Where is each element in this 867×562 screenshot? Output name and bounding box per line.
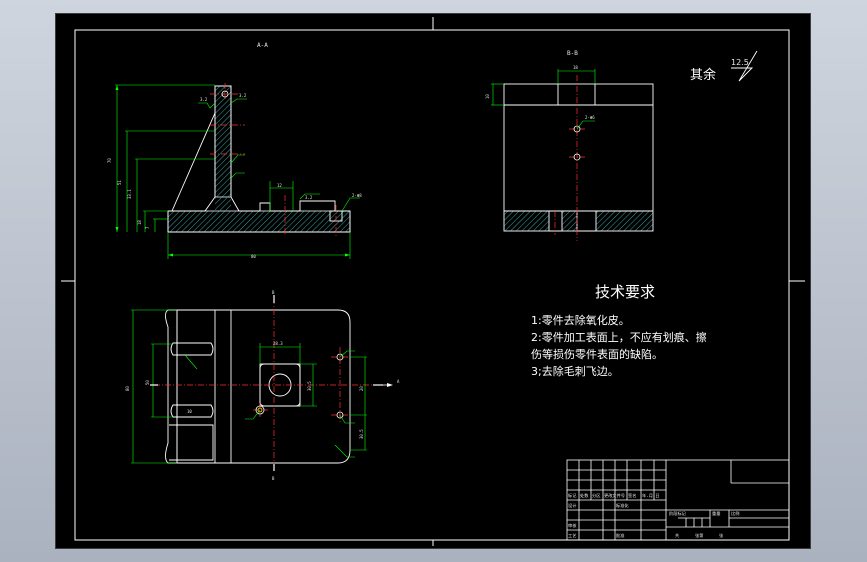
svg-text:3.2: 3.2 <box>305 195 313 200</box>
section-a-a-label: A-A <box>257 42 268 49</box>
svg-text:51: 51 <box>117 180 122 185</box>
svg-text:3.2: 3.2 <box>239 93 247 98</box>
tb-sheets-total: 共 <box>675 532 679 539</box>
surface-finish-label: 其余 <box>690 67 716 83</box>
svg-text:33.1: 33.1 <box>127 189 132 199</box>
svg-text:7: 7 <box>145 226 150 229</box>
tb-stage-mark: 阶段标记 <box>669 510 687 517</box>
title-block: 标记 处数 分区 更改文件号 签名 年.月.日 设计 审核 工艺 标准化 批准 … <box>566 459 790 541</box>
svg-text:2-Φ8: 2-Φ8 <box>352 193 362 198</box>
section-b-b-view: B-B 18 10 2-Φ6 <box>485 50 654 241</box>
top-view-outline <box>165 309 351 464</box>
b-b-outline <box>503 83 654 232</box>
tb-scale: 比例 <box>731 510 739 517</box>
tb-mark: 标记 <box>568 492 577 499</box>
svg-text:50: 50 <box>145 380 150 385</box>
tb-count: 处数 <box>580 492 589 499</box>
tb-standardization: 标准化 <box>616 502 629 509</box>
centering-marks <box>61 17 805 546</box>
svg-text:18: 18 <box>137 220 142 225</box>
tb-change-doc: 更改文件号 <box>604 492 625 499</box>
surface-finish-note: 其余 12.5 <box>690 50 758 83</box>
tb-signature: 签名 <box>628 492 636 499</box>
base-plate <box>167 210 351 233</box>
surface-finish-value: 12.5 <box>731 58 749 67</box>
svg-text:80: 80 <box>251 254 256 259</box>
svg-text:10: 10 <box>485 94 490 99</box>
section-a-a-view: A-A 80 70 51 33.1 18 7 12 3.2 2-Φ8 3.2 3… <box>107 42 362 259</box>
top-view-centerlines <box>154 298 378 471</box>
tb-process: 工艺 <box>568 533 576 538</box>
tech-req-line-2: 2:零件加工表面上，不应有划痕、擦 <box>531 330 707 344</box>
svg-text:70: 70 <box>107 158 112 163</box>
arrow-a-label: A <box>397 379 400 384</box>
section-b-b-label: B-B <box>567 50 578 57</box>
svg-text:3.2: 3.2 <box>200 97 208 102</box>
svg-text:28.3: 28.3 <box>273 341 283 346</box>
tb-date: 年.月.日 <box>642 492 660 499</box>
tech-req-line-3: 伤等损伤零件表面的缺陷。 <box>531 347 663 361</box>
tb-approve: 批准 <box>616 532 624 539</box>
tb-design: 设计 <box>568 502 576 509</box>
svg-text:80: 80 <box>125 386 130 391</box>
arrow-b-top-label: B <box>272 290 275 295</box>
tb-review: 审核 <box>568 522 577 529</box>
drawing-sheet: A-A 80 70 51 33.1 18 7 12 3.2 2-Φ8 3.2 3… <box>55 13 811 549</box>
svg-text:2-Φ6: 2-Φ6 <box>585 115 595 120</box>
tb-sheet-suffix: 张 <box>719 532 724 539</box>
arrow-b-bottom-label: B <box>272 476 275 481</box>
top-view-dimensions <box>131 309 367 464</box>
svg-text:10: 10 <box>187 409 192 414</box>
tb-zone: 分区 <box>592 492 600 499</box>
tech-req-line-4: 3;去除毛刺飞边。 <box>531 364 619 378</box>
tb-sheet-no: 张第 <box>695 532 703 539</box>
top-view: 80 50 28.3 30.5 20 30.5 10 B B A <box>125 290 400 481</box>
section-markers: B B A <box>150 290 400 481</box>
inner-border <box>74 29 790 541</box>
svg-text:18: 18 <box>573 65 578 70</box>
svg-text:20: 20 <box>359 386 364 391</box>
svg-text:30.5: 30.5 <box>307 381 312 391</box>
svg-text:30.5: 30.5 <box>359 429 364 439</box>
tech-req-line-1: 1:零件去除氧化皮。 <box>531 313 630 327</box>
technical-requirements: 技术要求 1:零件去除氧化皮。 2:零件加工表面上，不应有划痕、擦 伤等损伤零件… <box>531 283 707 378</box>
upright-web <box>214 85 232 198</box>
cad-drawing-canvas: A-A 80 70 51 33.1 18 7 12 3.2 2-Φ8 3.2 3… <box>61 17 805 546</box>
tb-weight: 重量 <box>712 510 720 517</box>
svg-text:12: 12 <box>277 183 282 188</box>
tech-req-title: 技术要求 <box>595 283 655 301</box>
